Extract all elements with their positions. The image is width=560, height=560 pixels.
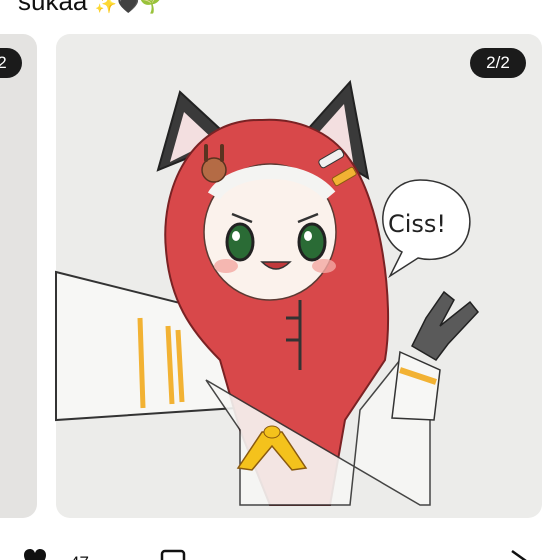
caption-text: sukaa [18,0,88,16]
post-caption: sukaa ✨🖤🌱 [18,0,162,17]
post-viewport: sukaa ✨🖤🌱 2 Ciss! 2/2 [0,0,560,560]
caption-emoji: ✨🖤🌱 [94,0,162,14]
post-action-bar: 47 [0,535,560,560]
like-count: 47 [70,553,89,560]
image-counter: 2/2 [470,48,526,78]
carousel-previous-image[interactable] [0,34,37,518]
share-icon[interactable] [508,549,530,560]
carousel-current-image[interactable] [56,34,542,518]
heart-icon[interactable] [22,547,48,560]
repost-icon[interactable] [160,549,188,560]
